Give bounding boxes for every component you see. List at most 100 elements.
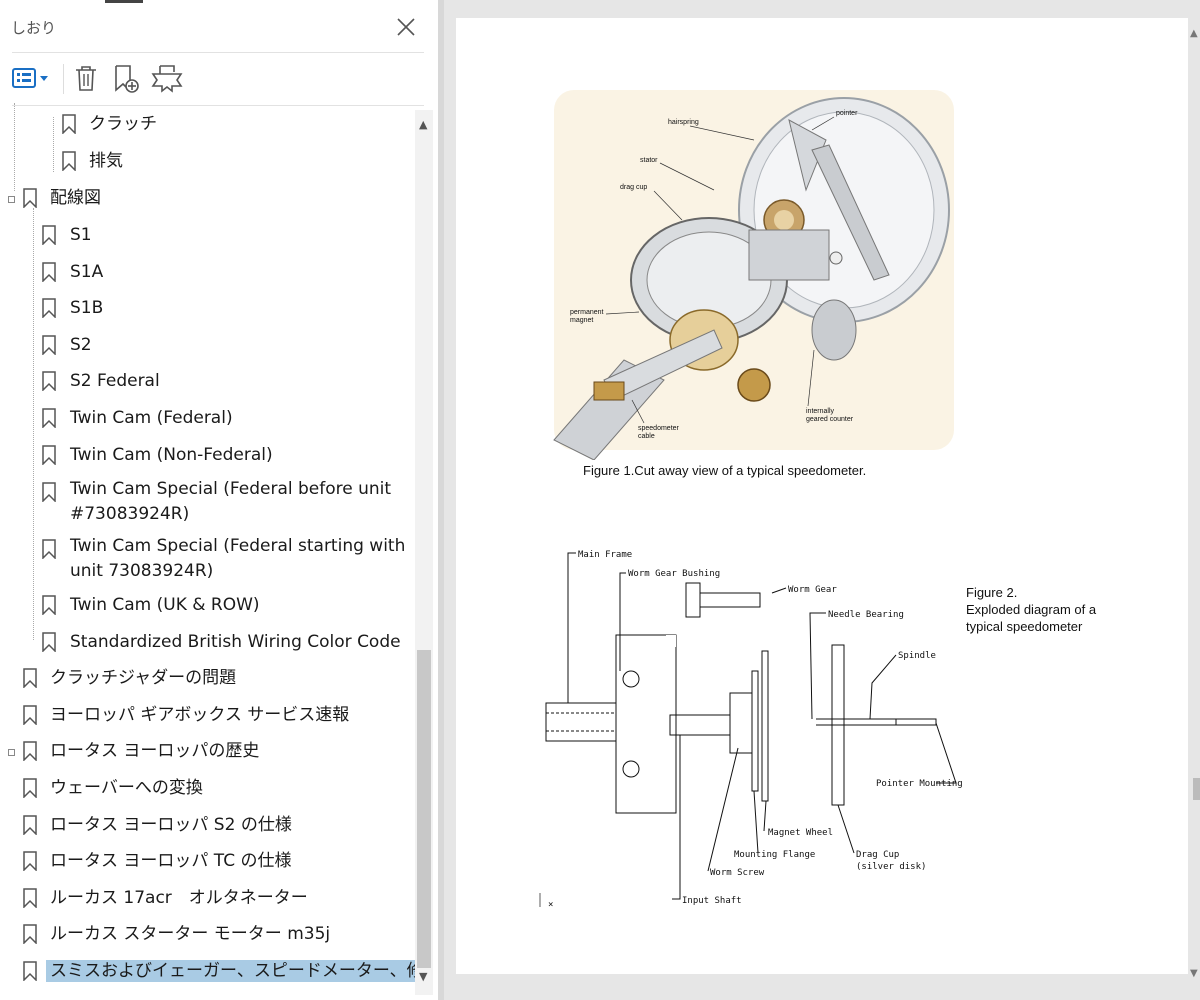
bookmark-properties-button[interactable] — [150, 62, 184, 94]
bookmark-label: Twin Cam (Federal) — [70, 408, 233, 428]
bookmark-item[interactable]: Twin Cam (Federal) — [0, 402, 416, 432]
bookmark-label: Twin Cam (UK & ROW) — [70, 595, 260, 615]
bookmark-item[interactable]: Twin Cam Special (Federal before unit #7… — [0, 476, 416, 528]
bookmark-item[interactable]: Twin Cam (UK & ROW) — [0, 589, 416, 619]
bookmark-label: S2 Federal — [70, 371, 160, 391]
label-magnet-wheel: Magnet Wheel — [768, 828, 833, 838]
bookmark-icon — [42, 408, 56, 428]
bookmark-label: ロータス ヨーロッパ TC の仕様 — [50, 851, 292, 871]
bookmark-icon — [62, 151, 76, 171]
bookmarks-panel: しおり クラッチ 排気 配線図 S1 S1A S1B S2 S2 Federal… — [0, 0, 438, 1000]
bookmark-item[interactable]: ロータス ヨーロッパ TC の仕様 — [0, 845, 416, 875]
bookmark-item[interactable]: S1 — [0, 219, 416, 249]
bookmark-label: Twin Cam Special (Federal before unit #7… — [70, 479, 392, 524]
bookmark-item[interactable]: ロータス ヨーロッパ S2 の仕様 — [0, 809, 416, 839]
figure2-title: Figure 2. — [966, 585, 1018, 600]
bookmark-item[interactable]: S2 — [0, 329, 416, 359]
bookmark-icon — [23, 741, 37, 761]
tree-expander[interactable] — [8, 749, 15, 756]
bookmark-item[interactable]: ヨーロッパ ギアボックス サービス速報 — [0, 699, 416, 729]
bookmark-label: Twin Cam Special (Federal starting with … — [70, 536, 406, 581]
bookmark-icon — [23, 815, 37, 835]
header-divider — [12, 52, 424, 53]
label-worm-gear-bushing: Worm Gear Bushing — [628, 569, 720, 579]
bookmark-icon — [23, 888, 37, 908]
document-scroll-down-icon[interactable]: ▼ — [1190, 968, 1198, 979]
bookmark-item[interactable]: ウェーバーへの変換 — [0, 772, 416, 802]
bookmark-item[interactable]: 排気 — [0, 145, 416, 175]
bookmark-label: クラッチ — [89, 114, 157, 134]
bookmark-label: ロータス ヨーロッパ S2 の仕様 — [50, 815, 292, 835]
bookmark-label: ウェーバーへの変換 — [50, 778, 203, 798]
bookmark-label: 配線図 — [50, 188, 101, 208]
tree-expander[interactable] — [8, 196, 15, 203]
bookmark-icon — [42, 298, 56, 318]
window-top-indicator — [105, 0, 143, 3]
document-scrollbar[interactable] — [1193, 0, 1200, 1000]
bookmark-item[interactable]: ルーカス 17acr オルタネーター — [0, 882, 416, 912]
bookmark-label: 排気 — [89, 151, 123, 171]
label-drag-cup: drag cup — [620, 184, 647, 191]
bookmarks-toolbar — [0, 58, 438, 100]
label-silver-disk: (silver disk) — [856, 862, 926, 872]
delete-bookmark-button[interactable] — [72, 62, 100, 94]
bookmark-icon — [42, 371, 56, 391]
bookmark-scrollbar[interactable]: ▲ ▼ — [415, 110, 433, 995]
bookmark-icon — [23, 705, 37, 725]
bookmark-tree: クラッチ 排気 配線図 S1 S1A S1B S2 S2 Federal Twi… — [0, 103, 416, 993]
bookmark-icon — [62, 114, 76, 134]
bookmark-tag-icon — [151, 65, 183, 93]
bookmark-icon — [42, 595, 56, 615]
label-worm-gear: Worm Gear — [788, 585, 837, 595]
bookmark-icon — [23, 668, 37, 688]
bookmark-icon — [42, 632, 56, 652]
document-page: hairspring pointer stator drag cup perma… — [456, 18, 1188, 974]
options-menu-button[interactable] — [11, 62, 51, 94]
bookmark-label: S1B — [70, 298, 104, 318]
add-bookmark-button[interactable] — [111, 62, 143, 94]
label-stator: stator — [640, 157, 658, 164]
bookmark-label: Twin Cam (Non-Federal) — [70, 445, 273, 465]
label-pointer: pointer — [836, 110, 858, 117]
label-hairspring: hairspring — [668, 119, 699, 126]
label-spindle: Spindle — [898, 651, 936, 661]
bookmark-label: ロータス ヨーロッパの歴史 — [50, 741, 260, 761]
bookmark-item[interactable]: S2 Federal — [0, 365, 416, 395]
bookmark-item[interactable]: クラッチジャダーの問題 — [0, 662, 416, 692]
bookmark-item[interactable]: S1B — [0, 292, 416, 322]
bookmark-label: Standardized British Wiring Color Code — [70, 632, 401, 652]
bookmark-item[interactable]: Twin Cam Special (Federal starting with … — [0, 533, 416, 585]
bookmark-item-selected[interactable]: スミスおよびイェーガー、スピードメーター、修理 — [0, 955, 416, 985]
bookmark-label: ルーカス 17acr オルタネーター — [50, 888, 308, 908]
bookmark-item[interactable]: 配線図 — [0, 182, 416, 212]
list-options-icon — [12, 68, 48, 88]
bookmark-item[interactable]: クラッチ — [0, 108, 416, 138]
bookmark-icon — [23, 188, 37, 208]
bookmark-icon — [42, 482, 56, 502]
bookmark-item[interactable]: ルーカス スターター モーター m35j — [0, 918, 416, 948]
label-cable: cable — [638, 433, 655, 440]
label-input-shaft: Input Shaft — [682, 896, 742, 906]
label-needle-bearing: Needle Bearing — [828, 610, 904, 620]
label-permanent: permanent — [570, 309, 604, 316]
bookmark-item[interactable]: S1A — [0, 256, 416, 286]
toolbar-separator — [63, 64, 64, 94]
document-scrollbar-thumb[interactable] — [1193, 778, 1200, 800]
document-scroll-up-icon[interactable]: ▲ — [1190, 28, 1198, 39]
close-button[interactable] — [393, 14, 419, 40]
figure2-caption: Figure 2. Exploded diagram of a typical … — [966, 584, 1096, 635]
bookmark-icon — [42, 539, 56, 559]
label-mounting-flange: Mounting Flange — [734, 850, 815, 860]
scroll-up-arrow-icon[interactable]: ▲ — [419, 118, 427, 131]
label-main-frame: Main Frame — [578, 550, 632, 560]
bookmark-item[interactable]: ロータス ヨーロッパの歴史 — [0, 735, 416, 765]
label-magnet: magnet — [570, 317, 593, 324]
bookmark-label: S1A — [70, 262, 104, 282]
bookmark-item[interactable]: Twin Cam (Non-Federal) — [0, 439, 416, 469]
label-internally: internally — [806, 408, 835, 415]
scroll-down-arrow-icon[interactable]: ▼ — [419, 970, 427, 983]
bookmark-item[interactable]: Standardized British Wiring Color Code — [0, 626, 416, 656]
label-pointer-mounting: Pointer Mounting — [876, 779, 963, 789]
scrollbar-thumb[interactable] — [417, 650, 431, 968]
bookmark-icon — [42, 262, 56, 282]
